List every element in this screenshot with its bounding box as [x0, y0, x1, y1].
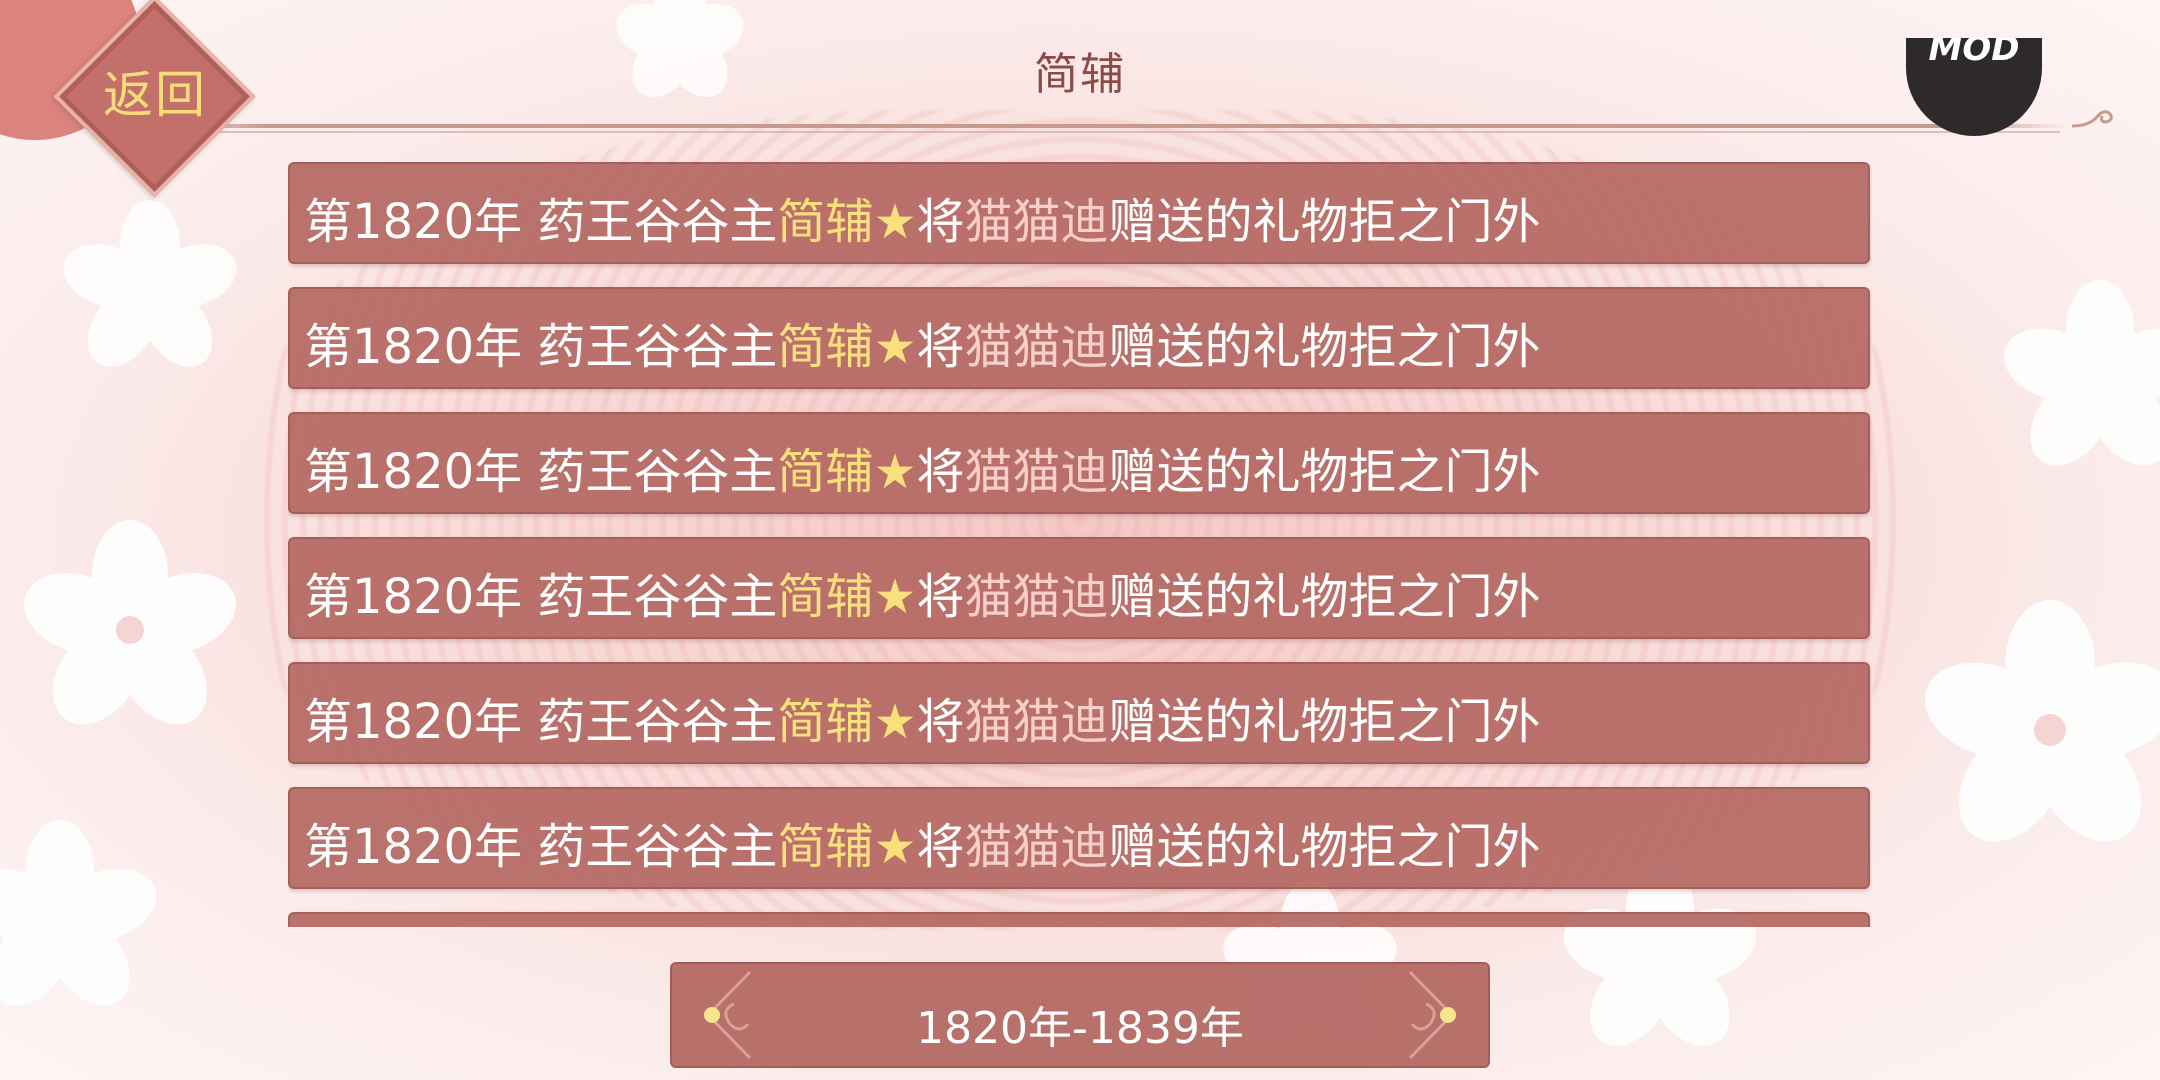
mod-badge-icon[interactable]: MOD — [1906, 38, 2042, 136]
list-item[interactable]: 第1820年 药王谷谷主简辅★将猫猫迪赠送的礼物拒之门外 — [288, 537, 1870, 639]
entry-text: 第1820年 药王谷谷主简辅★将猫猫迪赠送的礼物拒之门外 — [304, 569, 1541, 625]
entry-text: 第1820年 药王谷谷主简辅★将猫猫迪赠送的礼物拒之门外 — [304, 694, 1541, 750]
year-range-label: 1820年-1839年 — [916, 1003, 1244, 1054]
swirl-ornament-icon — [2068, 100, 2116, 140]
list-item[interactable]: 第1820年 药王谷谷主简辅★将猫猫迪赠送的礼物拒之门外 — [288, 287, 1870, 389]
year-range-selector[interactable]: 1820年-1839年 — [670, 962, 1490, 1068]
target-name: 猫猫迪 — [964, 444, 1109, 500]
flower-decoration — [0, 820, 160, 1020]
list-item[interactable]: 第1820年 药王谷谷主简辅★将猫猫迪赠送的礼物拒之门外 — [288, 787, 1870, 889]
list-item[interactable]: 第1820年 药王谷谷主简辅★将猫猫迪赠送的礼物拒之门外 — [288, 412, 1870, 514]
scroll-ornament-right-icon — [1390, 964, 1470, 1066]
event-list[interactable]: 第1820年 药王谷谷主简辅★将猫猫迪赠送的礼物拒之门外 第1820年 药王谷谷… — [288, 162, 1872, 927]
target-name: 猫猫迪 — [964, 194, 1109, 250]
star-icon: ★ — [873, 569, 917, 625]
header-divider — [150, 124, 2070, 128]
target-name: 猫猫迪 — [964, 569, 1109, 625]
star-icon: ★ — [873, 819, 917, 875]
character-name: 简辅 — [777, 569, 874, 625]
flower-decoration — [2000, 280, 2160, 480]
target-name: 猫猫迪 — [964, 694, 1109, 750]
back-button-label[interactable]: 返回 — [70, 55, 240, 127]
list-item[interactable]: 第1820年 药王谷谷主简辅★将猫猫迪赠送的礼物拒之门外 — [288, 162, 1870, 264]
target-name: 猫猫迪 — [964, 319, 1109, 375]
flower-decoration — [60, 200, 240, 380]
page-title: 简辅 — [1034, 49, 1126, 100]
character-name: 简辅 — [777, 194, 874, 250]
entry-text: 第1820年 药王谷谷主简辅★将猫猫迪赠送的礼物拒之门外 — [304, 819, 1541, 875]
header-divider-thin — [160, 131, 2060, 133]
mod-badge-label: MOD — [1928, 38, 2020, 69]
star-icon: ★ — [873, 319, 917, 375]
flower-decoration — [1920, 600, 2160, 860]
list-item[interactable] — [288, 912, 1870, 927]
character-name: 简辅 — [777, 444, 874, 500]
target-name: 猫猫迪 — [964, 819, 1109, 875]
character-name: 简辅 — [777, 819, 874, 875]
star-icon: ★ — [873, 444, 917, 500]
character-name: 简辅 — [777, 694, 874, 750]
flower-decoration — [20, 520, 240, 740]
entry-text: 第1820年 药王谷谷主简辅★将猫猫迪赠送的礼物拒之门外 — [304, 194, 1541, 250]
entry-text: 第1820年 药王谷谷主简辅★将猫猫迪赠送的礼物拒之门外 — [304, 319, 1541, 375]
star-icon: ★ — [873, 194, 917, 250]
star-icon: ★ — [873, 694, 917, 750]
character-name: 简辅 — [777, 319, 874, 375]
entry-text: 第1820年 药王谷谷主简辅★将猫猫迪赠送的礼物拒之门外 — [304, 444, 1541, 500]
list-item[interactable]: 第1820年 药王谷谷主简辅★将猫猫迪赠送的礼物拒之门外 — [288, 662, 1870, 764]
